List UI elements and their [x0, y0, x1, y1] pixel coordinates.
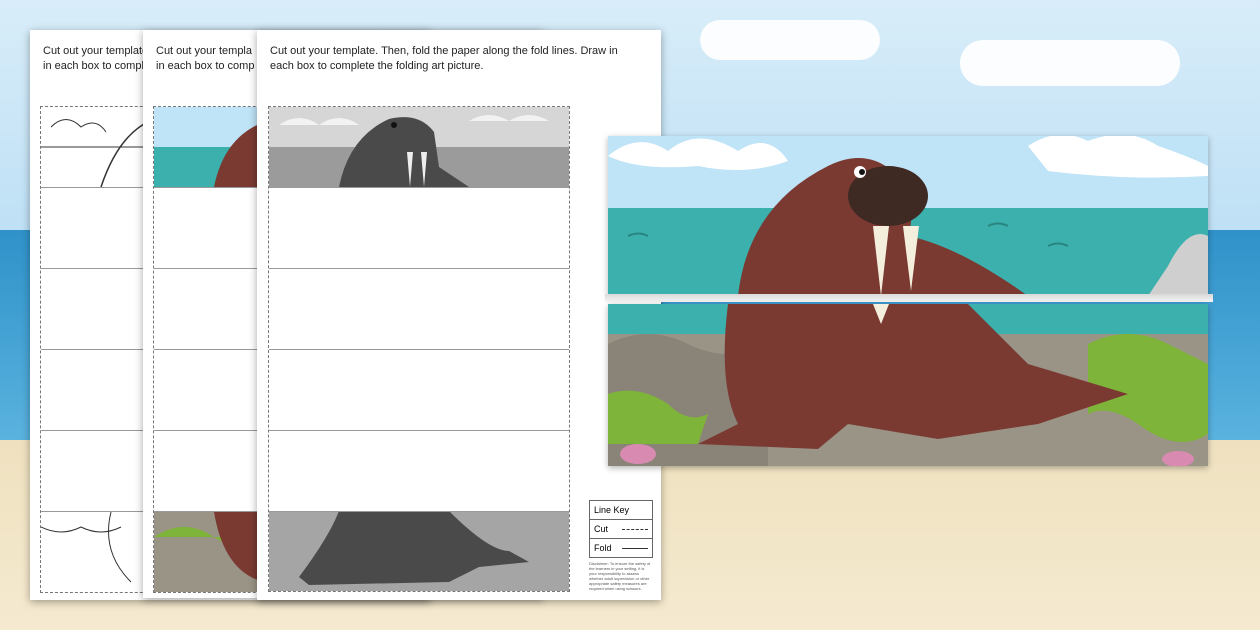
template-sheet-greyscale: Cut out your template. Then, fold the pa… [257, 30, 661, 600]
cut-label: Cut [594, 524, 609, 534]
fold-line-sample [622, 548, 648, 549]
cloud [700, 20, 880, 60]
folded-panel-top [608, 136, 1208, 296]
cloud [960, 40, 1180, 86]
disclaimer-text: Disclaimer: To ensure the safety of the … [589, 561, 651, 591]
line-key: Line Key Cut Fold [589, 500, 653, 558]
line-key-title: Line Key [594, 505, 630, 515]
instructions-text: Cut out your template. Then, fold the pa… [270, 45, 618, 72]
cut-line-sample [622, 529, 648, 530]
fold-crease [605, 294, 1213, 302]
folded-art-preview [605, 132, 1225, 468]
fold-label: Fold [594, 543, 612, 553]
folded-panel-bottom [608, 304, 1208, 466]
instruction-line-1: Cut out your template [43, 45, 149, 57]
instruction-line-2: in each box to compl [43, 60, 144, 72]
walrus-top-illustration [608, 136, 1208, 296]
art-panel [268, 106, 570, 592]
walrus-bottom-illustration [608, 304, 1208, 466]
line-key-fold: Fold [590, 538, 652, 557]
instruction-line-1: Cut out your templa [156, 45, 252, 57]
line-key-cut: Cut [590, 519, 652, 538]
instruction-line-2: in each box to comp [156, 60, 255, 72]
